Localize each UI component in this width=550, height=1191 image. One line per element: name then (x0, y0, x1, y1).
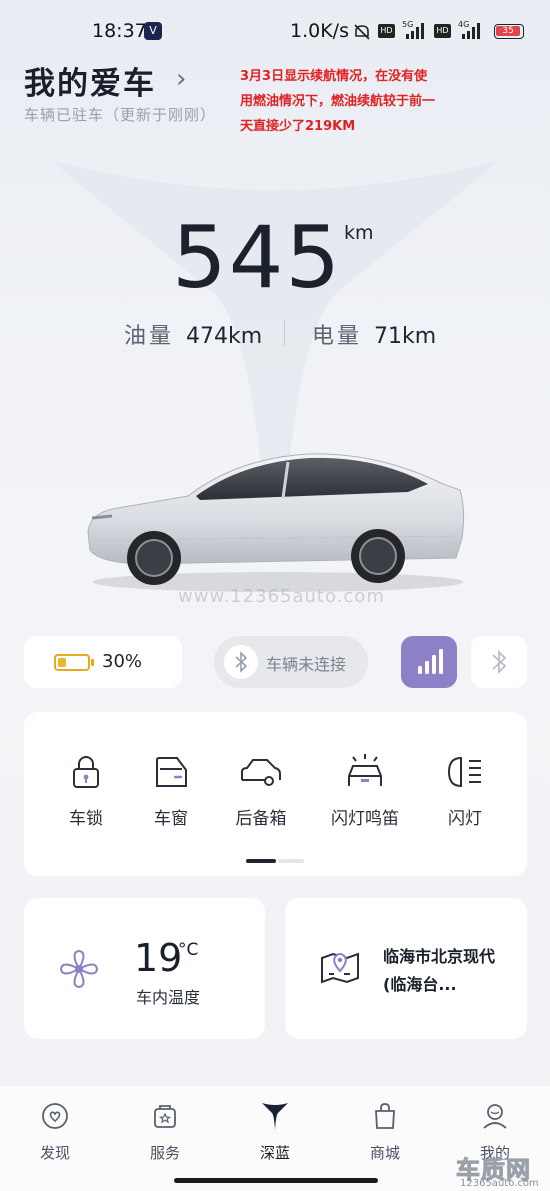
climate-card[interactable]: 19 °C 车内温度 (24, 898, 265, 1039)
quick-action-trunk[interactable]: 后备箱 (216, 752, 306, 829)
quick-actions-card: 车锁 车窗 后备箱 闪灯鸣笛 闪灯 (24, 712, 527, 876)
signal-bars-icon (418, 649, 443, 674)
cabin-temperature: 19 (134, 936, 183, 980)
service-icon (154, 1105, 176, 1128)
red-annotation-note: 3月3日显示续航情况，在没有使用燃油情况下，燃油续航较于前一天直接少了219KM (240, 69, 436, 134)
tab-label: 深蓝 (259, 1144, 290, 1162)
quick-action-label: 闪灯 (448, 809, 482, 829)
hd-badge-2: HD (434, 24, 451, 38)
bluetooth-icon (492, 649, 507, 675)
vehicle-location: 临海市北京现代(临海台... (383, 947, 496, 994)
shop-bag-icon (375, 1103, 395, 1129)
phone-battery-icon: 35 (494, 24, 524, 39)
network-speed: 1.0K/s (290, 20, 349, 42)
total-range-value: 545 (172, 208, 343, 308)
quick-action-window[interactable]: 车窗 (126, 752, 216, 829)
tab-label: 商城 (369, 1144, 400, 1162)
phone-battery-level: 35 (496, 26, 520, 36)
remote-signal-button[interactable] (401, 636, 457, 688)
lock-icon (73, 756, 99, 788)
mute-icon (354, 24, 370, 40)
tab-deepal[interactable]: 深蓝 (235, 1100, 315, 1163)
app-notification-icon: V (144, 22, 162, 40)
connection-status-label: 车辆未连接 (266, 655, 347, 674)
status-time: 18:37 (92, 20, 147, 42)
trunk-icon (241, 759, 281, 786)
fuel-range-value: 474km (186, 324, 263, 349)
quick-action-lock[interactable]: 车锁 (41, 752, 131, 829)
app-screen: 18:37 V 1.0K/s HD 5G HD 4G 35 我的爱车 › 车辆已… (0, 0, 550, 1191)
quick-action-label: 车锁 (69, 809, 103, 829)
profile-icon (483, 1104, 507, 1129)
signal-icon-1 (406, 23, 424, 39)
tab-service[interactable]: 服务 (125, 1100, 205, 1163)
quick-action-label: 后备箱 (235, 809, 287, 829)
car-window-icon (156, 757, 187, 787)
deepal-logo-icon (262, 1103, 288, 1130)
battery-icon (54, 654, 94, 671)
flash-horn-icon (348, 754, 382, 786)
electric-range: 电量 71km (312, 318, 436, 350)
fan-icon (59, 949, 99, 989)
tab-shop[interactable]: 商城 (345, 1100, 425, 1163)
fuel-range: 油量 474km (124, 318, 262, 350)
parking-status: 车辆已驻车（更新于刚刚） (24, 106, 217, 124)
vehicle-connection-chip[interactable]: 车辆未连接 (214, 636, 368, 688)
bluetooth-button[interactable] (471, 636, 527, 688)
battery-fill (58, 658, 66, 667)
page-dot (278, 859, 304, 863)
quick-action-headlight[interactable]: 闪灯 (420, 752, 510, 829)
tab-discover[interactable]: 发现 (15, 1100, 95, 1163)
hd-badge-1: HD (378, 24, 395, 38)
map-location-icon (321, 952, 359, 984)
car-image (87, 453, 465, 592)
page-indicator (246, 859, 304, 863)
status-icons: HD 5G HD 4G 35 (352, 20, 532, 44)
tab-label: 服务 (149, 1144, 180, 1162)
electric-range-label: 电量 (312, 324, 363, 349)
fuel-range-label: 油量 (124, 324, 175, 349)
chevron-right-icon[interactable]: › (176, 64, 186, 94)
quick-action-label: 车窗 (154, 809, 188, 829)
quick-action-flash-horn[interactable]: 闪灯鸣笛 (320, 752, 410, 829)
battery-percent: 30% (102, 651, 143, 672)
brand-watermark-url: 12365auto.com (460, 1178, 539, 1189)
status-bar: 18:37 V 1.0K/s HD 5G HD 4G 35 (0, 0, 550, 56)
discover-icon (42, 1103, 68, 1129)
home-indicator[interactable] (174, 1178, 378, 1183)
signal-icon-2 (462, 23, 480, 39)
page-dot-active (246, 859, 276, 863)
location-card[interactable]: 临海市北京现代(临海台... (285, 898, 527, 1039)
range-divider (284, 320, 285, 346)
quick-action-label: 闪灯鸣笛 (331, 809, 399, 829)
battery-status-chip[interactable]: 30% (24, 636, 182, 688)
tab-label: 发现 (39, 1144, 70, 1162)
headlight-icon (447, 756, 481, 788)
electric-range-value: 71km (374, 324, 437, 349)
total-range-unit: km (344, 222, 374, 244)
temperature-unit: °C (178, 940, 199, 960)
page-title[interactable]: 我的爱车 (24, 58, 156, 103)
site-watermark: www.12365auto.com (178, 586, 385, 607)
cabin-temperature-label: 车内温度 (136, 988, 201, 1007)
bluetooth-icon (224, 645, 258, 679)
